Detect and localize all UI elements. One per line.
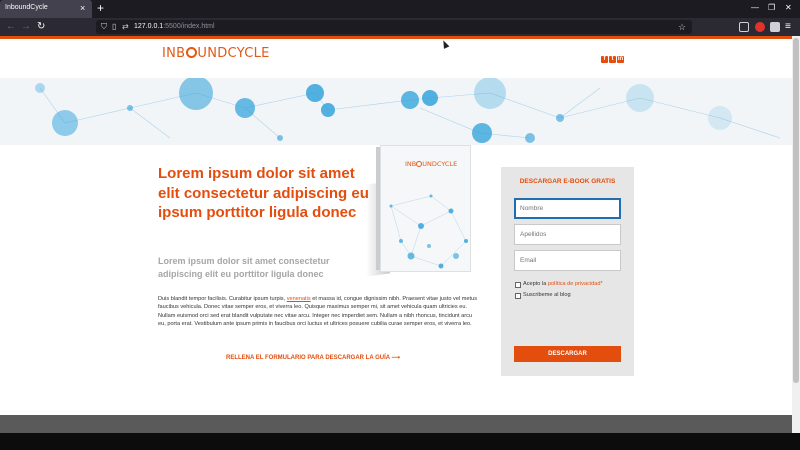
page-scrollbar[interactable] (792, 36, 800, 433)
subscribe-checkbox[interactable] (515, 293, 521, 299)
form-cta-link[interactable]: RELLENA EL FORMULARIO PARA DESCARGAR LA … (226, 354, 400, 361)
subscribe-label: Suscribeme al blog (523, 292, 571, 298)
email-field[interactable]: Email (514, 250, 621, 271)
restore-button[interactable]: ❐ (768, 3, 775, 13)
privacy-policy-link[interactable]: política de privacidad (548, 281, 601, 287)
new-tab-button[interactable]: + (97, 2, 104, 14)
minimize-button[interactable]: — (751, 3, 759, 13)
download-form: DESCARGAR E-BOOK GRATIS Nombre Apellidos… (501, 167, 634, 376)
scrollbar-thumb[interactable] (793, 38, 799, 383)
back-icon[interactable]: ← (6, 21, 16, 32)
menu-icon[interactable]: ≡ (785, 21, 791, 32)
sub-headline: Lorem ipsum dolor sit amet consectetur a… (158, 256, 330, 279)
surname-field[interactable]: Apellidos (514, 224, 621, 245)
extension-toggle-icon[interactable] (770, 22, 780, 32)
site-logo[interactable]: INB UNDCYCLE (162, 46, 270, 61)
reload-icon[interactable]: ↻ (37, 21, 45, 32)
extension-badge-icon[interactable] (755, 22, 765, 32)
privacy-checkbox[interactable] (515, 282, 521, 288)
close-window-button[interactable]: ✕ (785, 3, 792, 13)
tab-title: InboundCycle (5, 4, 48, 11)
browser-nav-bar: ← → ↻ ⛉ ▯ ⇄ 127.0.0.1:5500/index.html ☆ … (0, 18, 800, 36)
footer-band (0, 415, 792, 433)
main-headline: Lorem ipsum dolor sit amet elit consecte… (158, 165, 369, 221)
download-submit-button[interactable]: DESCARGAR (514, 346, 621, 362)
forward-icon[interactable]: → (21, 21, 31, 32)
pocket-icon[interactable] (739, 22, 749, 32)
privacy-label: Acepto la política de privacidad* (523, 281, 603, 287)
twitter-icon[interactable]: t (609, 56, 616, 63)
linkedin-icon[interactable]: in (617, 56, 624, 63)
form-title: DESCARGAR E-BOOK GRATIS (519, 178, 616, 185)
tracking-shield-icon[interactable]: ⛉ (101, 22, 107, 31)
ebook-cover: INB UNDCYCLE (380, 145, 471, 272)
bottom-bar (0, 433, 800, 450)
url-bar[interactable]: ⛉ ▯ ⇄ 127.0.0.1:5500/index.html ☆ (96, 20, 692, 34)
browser-tab-bar: InboundCycle × + — ❐ ✕ (0, 0, 800, 18)
page-icon: ▯ (112, 22, 117, 31)
site-permissions-icon[interactable]: ⇄ (122, 22, 129, 31)
bookmark-star-icon[interactable]: ☆ (678, 22, 686, 32)
network-graphic (35, 78, 781, 143)
facebook-icon[interactable]: f (601, 56, 608, 63)
body-paragraph: Duis blandit tempor facilisis. Curabitur… (158, 296, 477, 328)
page-viewport: INB UNDCYCLE f t in Lorem ipsum dolor si… (0, 36, 792, 433)
venenatis-link[interactable]: venenatis (287, 296, 311, 302)
tab-close-icon[interactable]: × (80, 3, 85, 13)
hero-network-banner (0, 78, 792, 145)
name-field[interactable]: Nombre (514, 198, 621, 219)
book-network-graphic (389, 194, 468, 269)
url-text: 127.0.0.1:5500/index.html (134, 23, 215, 30)
top-accent-stripe (0, 36, 792, 39)
ebook-cover-image: INB UNDCYCLE (366, 145, 471, 277)
browser-tab-active[interactable]: InboundCycle × (0, 0, 92, 18)
social-links: f t in (601, 47, 625, 65)
